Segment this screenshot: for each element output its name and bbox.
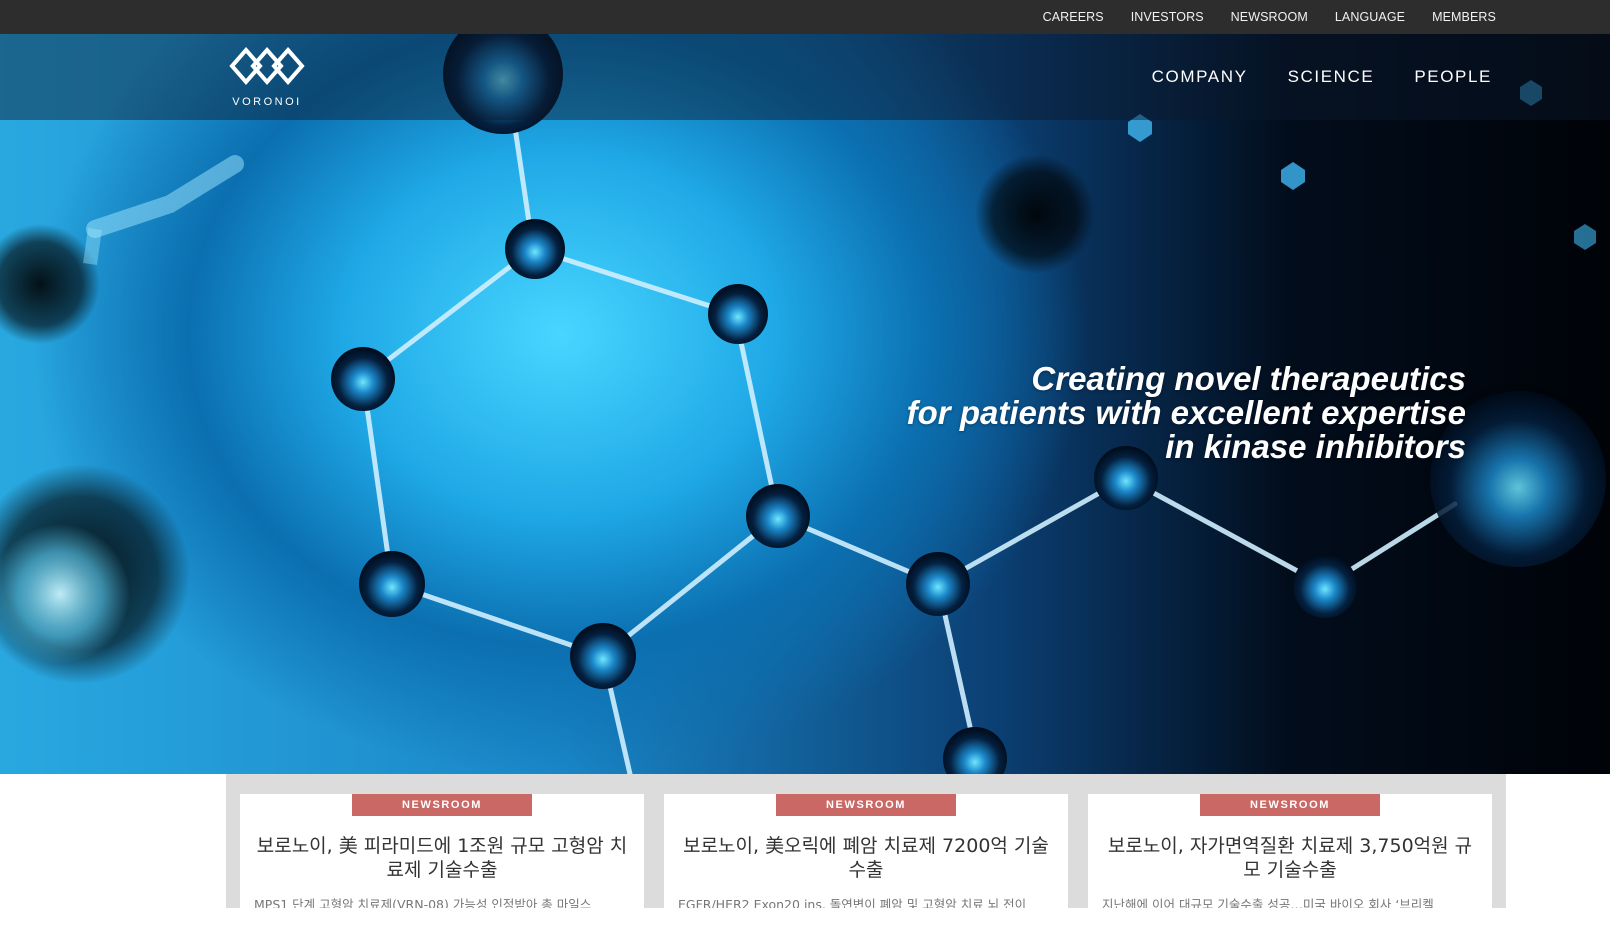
logo-wordmark: VORONOI (232, 96, 302, 108)
nav-science[interactable]: SCIENCE (1288, 67, 1375, 87)
nav-people[interactable]: PEOPLE (1414, 67, 1492, 87)
hero-headline-line-1: Creating novel therapeutics (1031, 360, 1466, 397)
news-card[interactable]: NEWSROOM 보로노이, 美 피라미드에 1조원 규모 고형암 치료제 기술… (240, 794, 644, 934)
news-excerpt: 지난해에 이어 대규모 기술수출 성공…미국 바이오 회사 ‘브리켈 (1102, 897, 1434, 908)
news-section: NEWSROOM 보로노이, 美 피라미드에 1조원 규모 고형암 치료제 기술… (226, 774, 1506, 934)
hero-headline: Creating novel therapeutics for patients… (907, 362, 1466, 464)
news-title[interactable]: 보로노이, 美 피라미드에 1조원 규모 고형암 치료제 기술수출 (254, 834, 630, 882)
hero-headline-line-2: for patients with excellent expertise (906, 394, 1466, 431)
news-excerpt: EGFR/HER2 Exon20 ins. 돌연변이 폐암 및 고형암 치료 뇌… (678, 897, 1027, 908)
news-tag: NEWSROOM (776, 794, 956, 816)
utility-link-careers[interactable]: CAREERS (1043, 10, 1104, 24)
news-card[interactable]: NEWSROOM 보로노이, 美오릭에 폐암 치료제 7200억 기술수출 EG… (664, 794, 1068, 934)
utility-bar: CAREERS INVESTORS NEWSROOM LANGUAGE MEMB… (0, 0, 1610, 34)
hero-banner: VORONOI COMPANY SCIENCE PEOPLE Creating … (0, 34, 1610, 774)
utility-nav: CAREERS INVESTORS NEWSROOM LANGUAGE MEMB… (1043, 0, 1496, 34)
news-tag: NEWSROOM (1200, 794, 1380, 816)
news-tag: NEWSROOM (352, 794, 532, 816)
news-card[interactable]: NEWSROOM 보로노이, 자가면역질환 치료제 3,750억원 규모 기술수… (1088, 794, 1492, 934)
main-nav: COMPANY SCIENCE PEOPLE (1152, 34, 1492, 120)
utility-link-members[interactable]: MEMBERS (1432, 10, 1496, 24)
utility-link-language[interactable]: LANGUAGE (1335, 10, 1405, 24)
news-excerpt: MPS1 단계 고형암 치료제(VRN-08) 가능성 인정받아 총 마일스 (254, 897, 592, 908)
diamond-chain-logo-icon (229, 46, 305, 86)
utility-link-investors[interactable]: INVESTORS (1131, 10, 1204, 24)
hero-headline-line-3: in kinase inhibitors (1165, 428, 1466, 465)
utility-link-newsroom[interactable]: NEWSROOM (1231, 10, 1308, 24)
nav-company[interactable]: COMPANY (1152, 67, 1248, 87)
news-title[interactable]: 보로노이, 美오릭에 폐암 치료제 7200억 기술수출 (678, 834, 1054, 882)
main-header: VORONOI COMPANY SCIENCE PEOPLE (0, 34, 1610, 120)
voronoi-logo[interactable]: VORONOI (226, 42, 308, 114)
news-title[interactable]: 보로노이, 자가면역질환 치료제 3,750억원 규모 기술수출 (1102, 834, 1478, 882)
